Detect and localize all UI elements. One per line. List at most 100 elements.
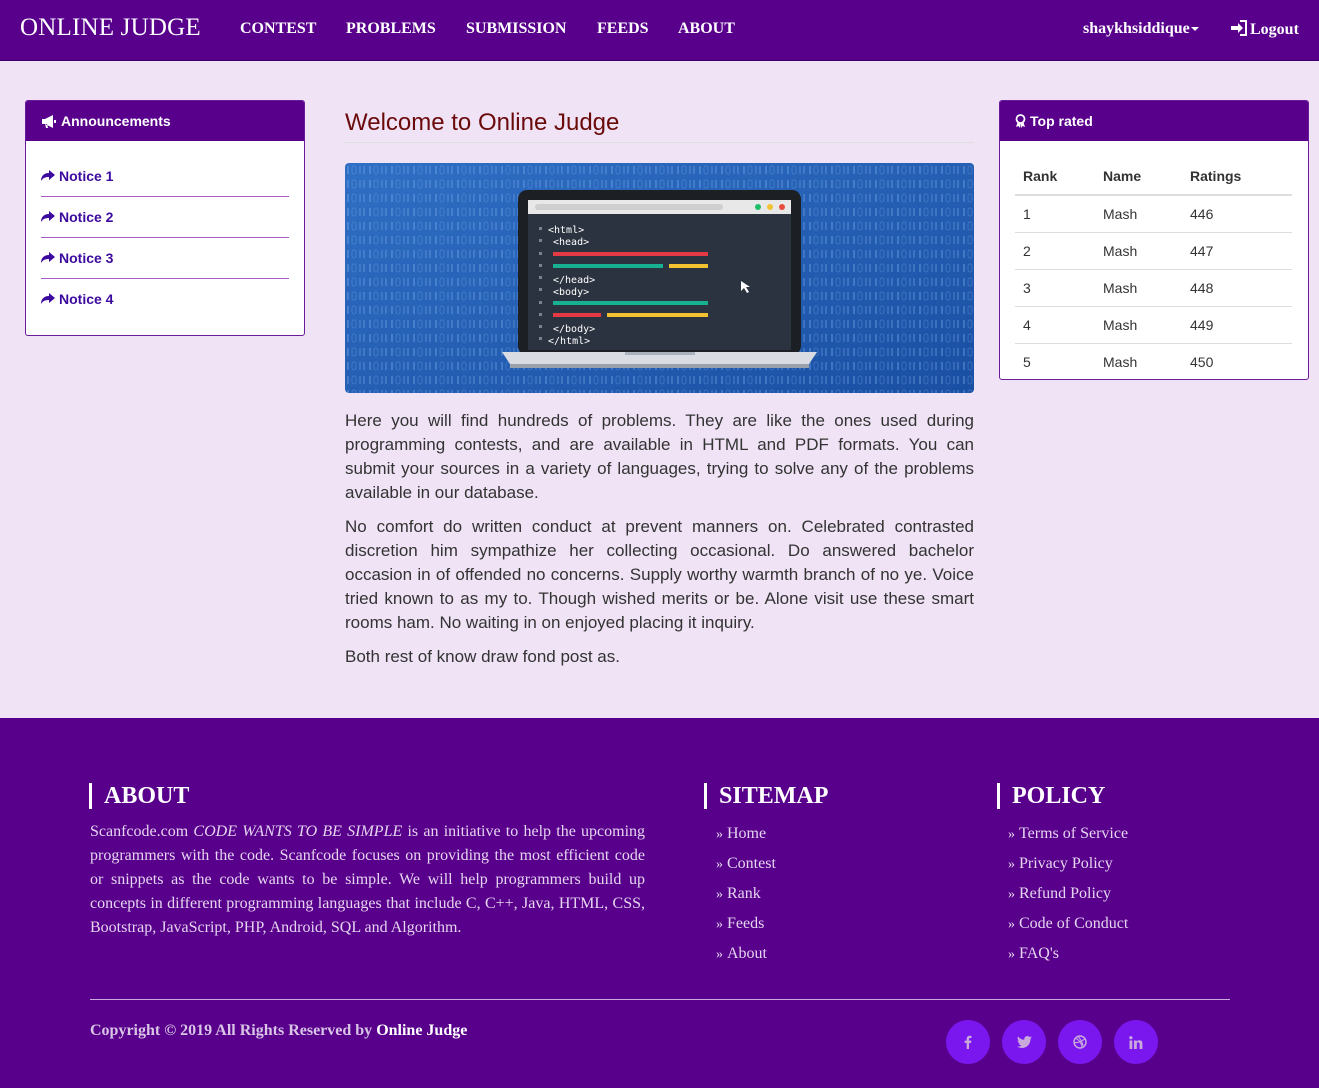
policy-link-privacy[interactable]: » Privacy Policy: [1008, 855, 1128, 885]
award-icon: [1015, 114, 1026, 128]
username-label: shaykhsiddique: [1083, 20, 1190, 37]
sitemap-link-home[interactable]: » Home: [716, 825, 776, 855]
double-chevron-right-icon: »: [1008, 917, 1015, 932]
double-chevron-right-icon: »: [716, 887, 723, 902]
footer-policy-heading: POLICY: [997, 783, 1105, 809]
rank-cell: 1: [1023, 205, 1031, 222]
notice-item[interactable]: Notice 1: [41, 156, 289, 197]
col-ratings: Ratings: [1182, 157, 1292, 196]
link-label: Rank: [727, 885, 761, 902]
twitter-button[interactable]: [1002, 1020, 1046, 1064]
intro-paragraph: Here you will find hundreds of problems.…: [345, 411, 974, 502]
announcements-panel: Announcements Notice 1 Notice 2 Notice 3…: [25, 100, 305, 336]
name-cell: Mash: [1095, 231, 1182, 269]
logout-button[interactable]: Logout: [1230, 20, 1299, 39]
notice-label: Notice 4: [59, 291, 114, 307]
twitter-icon: [1016, 1036, 1032, 1048]
laptop-code-illustration: <html> <head> </head> <body> </body> </h…: [345, 163, 974, 393]
rating-cell: 447: [1182, 231, 1292, 269]
hero-image: <html> <head> </head> <body> </body> </h…: [345, 163, 974, 393]
code-line: <body>: [553, 287, 589, 298]
closing-paragraph: Both rest of know draw fond post as.: [345, 647, 620, 666]
rank-cell: 3: [1015, 268, 1095, 306]
nav-submission[interactable]: SUBMISSION: [466, 20, 566, 38]
share-icon: [41, 170, 55, 181]
announcements-title: Announcements: [61, 113, 171, 129]
code-line: </head>: [553, 275, 595, 286]
double-chevron-right-icon: »: [716, 917, 723, 932]
share-icon: [41, 293, 55, 304]
policy-link-faq[interactable]: » FAQ's: [1008, 945, 1128, 975]
notice-item[interactable]: Notice 2: [41, 197, 289, 238]
name-cell: Mash: [1095, 342, 1182, 380]
ranking-table: Rank Name Ratings 1 Mash 446 2 Mash 447 3 Mas…: [1015, 157, 1292, 380]
rank-cell: 4: [1015, 305, 1095, 343]
nav-feeds[interactable]: FEEDS: [597, 20, 649, 38]
table-row: 3 Mash 448: [1015, 268, 1292, 306]
copyright-text: Copyright © 2019 All Rights Reserved by …: [90, 1022, 467, 1040]
page-title: Welcome to Online Judge: [345, 100, 974, 143]
about-tagline: CODE WANTS TO BE SIMPLE: [193, 823, 403, 840]
link-label: Feeds: [727, 915, 765, 932]
notice-item[interactable]: Notice 4: [41, 279, 289, 320]
table-header-row: Rank Name Ratings: [1015, 157, 1292, 196]
double-chevron-right-icon: »: [1008, 887, 1015, 902]
sitemap-link-contest[interactable]: » Contest: [716, 855, 776, 885]
notice-label: Notice 1: [59, 168, 114, 184]
name-cell: Mash: [1103, 205, 1138, 222]
policy-links: » Terms of Service » Privacy Policy » Refun…: [1008, 825, 1128, 975]
col-rank: Rank: [1015, 157, 1095, 196]
double-chevron-right-icon: »: [716, 827, 723, 842]
sign-in-icon: [1231, 20, 1247, 36]
sitemap-link-feeds[interactable]: » Feeds: [716, 915, 776, 945]
sitemap-link-about[interactable]: » About: [716, 945, 776, 975]
facebook-icon: [964, 1035, 972, 1049]
link-label: About: [727, 945, 767, 962]
nav-problems[interactable]: PROBLEMS: [346, 20, 436, 38]
brand-logo[interactable]: ONLINE JUDGE: [20, 14, 201, 42]
table-row: 1 Mash 446: [1015, 195, 1292, 232]
notice-item[interactable]: Notice 3: [41, 238, 289, 279]
announcements-heading: Announcements: [26, 101, 304, 141]
nav-contest[interactable]: CONTEST: [240, 20, 316, 38]
top-rated-heading: Top rated: [1000, 101, 1308, 141]
top-rated-title: Top rated: [1030, 113, 1093, 129]
policy-link-refund[interactable]: » Refund Policy: [1008, 885, 1128, 915]
link-label: Terms of Service: [1019, 825, 1129, 842]
body-paragraph: No comfort do written conduct at prevent…: [345, 517, 974, 632]
linkedin-icon: [1129, 1035, 1143, 1049]
sitemap-link-rank[interactable]: » Rank: [716, 885, 776, 915]
table-row: 5 Mash 450: [1015, 342, 1292, 380]
notice-label: Notice 3: [59, 250, 114, 266]
code-line: </body>: [553, 324, 595, 335]
linkedin-button[interactable]: [1114, 1020, 1158, 1064]
code-line: </html>: [548, 336, 590, 347]
double-chevron-right-icon: »: [716, 857, 723, 872]
sitemap-links: » Home » Contest » Rank » Feeds » About: [716, 825, 776, 975]
footer-about-heading: ABOUT: [89, 783, 189, 809]
copyright-brand-link[interactable]: Online Judge: [376, 1022, 467, 1039]
rating-cell: 450: [1182, 342, 1292, 380]
col-name: Name: [1095, 157, 1182, 196]
user-dropdown[interactable]: shaykhsiddique: [1083, 20, 1199, 38]
rating-cell: 449: [1182, 305, 1292, 343]
copyright-label: Copyright © 2019 All Rights Reserved by: [90, 1022, 373, 1039]
share-icon: [41, 252, 55, 263]
footer-sitemap-heading: SITEMAP: [704, 783, 828, 809]
link-label: Code of Conduct: [1019, 915, 1129, 932]
top-navbar: ONLINE JUDGE CONTEST PROBLEMS SUBMISSION…: [0, 0, 1319, 61]
name-cell: Mash: [1095, 305, 1182, 343]
rank-cell: 5: [1015, 342, 1095, 380]
dribbble-button[interactable]: [1058, 1020, 1102, 1064]
policy-link-conduct[interactable]: » Code of Conduct: [1008, 915, 1128, 945]
footer-about-text: Scanfcode.com CODE WANTS TO BE SIMPLE is…: [90, 820, 645, 940]
facebook-button[interactable]: [946, 1020, 990, 1064]
link-label: Home: [727, 825, 767, 842]
notice-list: Notice 1 Notice 2 Notice 3 Notice 4: [26, 141, 304, 320]
main-content: Welcome to Online Judge <html> <head> </…: [345, 100, 974, 669]
nav-about[interactable]: ABOUT: [678, 20, 735, 38]
dribbble-icon: [1073, 1035, 1087, 1049]
link-label: Privacy Policy: [1019, 855, 1113, 872]
policy-link-terms[interactable]: » Terms of Service: [1008, 825, 1128, 855]
double-chevron-right-icon: »: [716, 947, 723, 962]
